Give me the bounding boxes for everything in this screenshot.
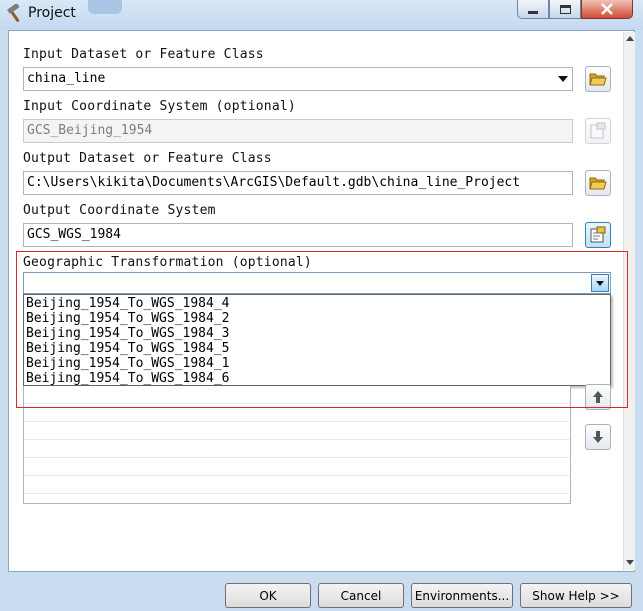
spatial-reference-icon	[590, 226, 606, 243]
input-dataset-value: china_line	[27, 71, 106, 86]
hammer-icon	[4, 3, 24, 24]
browse-input-button[interactable]	[585, 66, 611, 92]
output-dataset-value: C:\Users\kikita\Documents\ArcGIS\Default…	[27, 175, 521, 190]
show-help-button[interactable]: Show Help >>	[520, 583, 632, 608]
cancel-button[interactable]: Cancel	[318, 583, 404, 608]
environments-button[interactable]: Environments...	[411, 583, 513, 608]
input-coord-properties-button	[585, 118, 611, 144]
input-coord-label: Input Coordinate System (optional)	[23, 99, 296, 114]
vertical-scrollbar[interactable]	[623, 32, 635, 570]
input-coord-field: GCS_Beijing_1954	[23, 119, 573, 143]
minimize-button[interactable]	[517, 0, 549, 19]
list-item[interactable]: Beijing_1954_To_WGS_1984_6	[24, 371, 610, 386]
close-button[interactable]	[581, 0, 633, 19]
window-title: Project	[28, 5, 76, 21]
chevron-down-icon[interactable]	[558, 76, 568, 82]
arrow-up-icon	[593, 391, 603, 403]
list-item[interactable]: Beijing_1954_To_WGS_1984_5	[24, 341, 610, 356]
folder-open-icon	[589, 177, 607, 190]
transformation-list[interactable]	[23, 386, 571, 504]
scroll-up-icon[interactable]	[626, 36, 634, 41]
minimize-icon	[528, 10, 538, 14]
browse-output-button[interactable]	[585, 170, 611, 196]
input-dataset-combo[interactable]: china_line	[23, 67, 573, 91]
maximize-button[interactable]	[549, 0, 581, 19]
geo-transform-value	[24, 277, 27, 292]
geo-transform-label: Geographic Transformation (optional)	[23, 255, 312, 270]
ok-button[interactable]: OK	[225, 583, 311, 608]
output-coord-properties-button[interactable]	[585, 222, 611, 248]
geo-transform-options[interactable]: Beijing_1954_To_WGS_1984_4 Beijing_1954_…	[23, 294, 611, 386]
close-icon	[601, 3, 613, 15]
move-down-button[interactable]	[585, 424, 611, 450]
scroll-down-icon[interactable]	[626, 560, 634, 565]
output-coord-label: Output Coordinate System	[23, 203, 216, 218]
output-coord-field[interactable]: GCS_WGS_1984	[23, 223, 573, 247]
folder-open-icon	[589, 73, 607, 86]
input-coord-value: GCS_Beijing_1954	[27, 123, 153, 138]
title-bar: Project	[0, 0, 643, 30]
spatial-reference-icon	[590, 122, 606, 139]
title-decoration	[88, 0, 122, 14]
geo-transform-dropdown-button[interactable]	[591, 274, 609, 292]
output-dataset-label: Output Dataset or Feature Class	[23, 151, 272, 166]
list-item[interactable]: Beijing_1954_To_WGS_1984_4	[24, 296, 610, 311]
arrow-down-icon	[593, 431, 603, 443]
list-item[interactable]: Beijing_1954_To_WGS_1984_1	[24, 356, 610, 371]
maximize-icon	[559, 4, 571, 14]
list-item[interactable]: Beijing_1954_To_WGS_1984_3	[24, 326, 610, 341]
list-item[interactable]: Beijing_1954_To_WGS_1984_2	[24, 311, 610, 326]
output-dataset-field[interactable]: C:\Users\kikita\Documents\ArcGIS\Default…	[23, 171, 573, 195]
geo-transform-combo[interactable]	[23, 272, 611, 294]
chevron-down-icon	[596, 280, 604, 286]
move-up-button[interactable]	[585, 384, 611, 410]
output-coord-value: GCS_WGS_1984	[27, 227, 121, 242]
input-dataset-label: Input Dataset or Feature Class	[23, 47, 264, 62]
